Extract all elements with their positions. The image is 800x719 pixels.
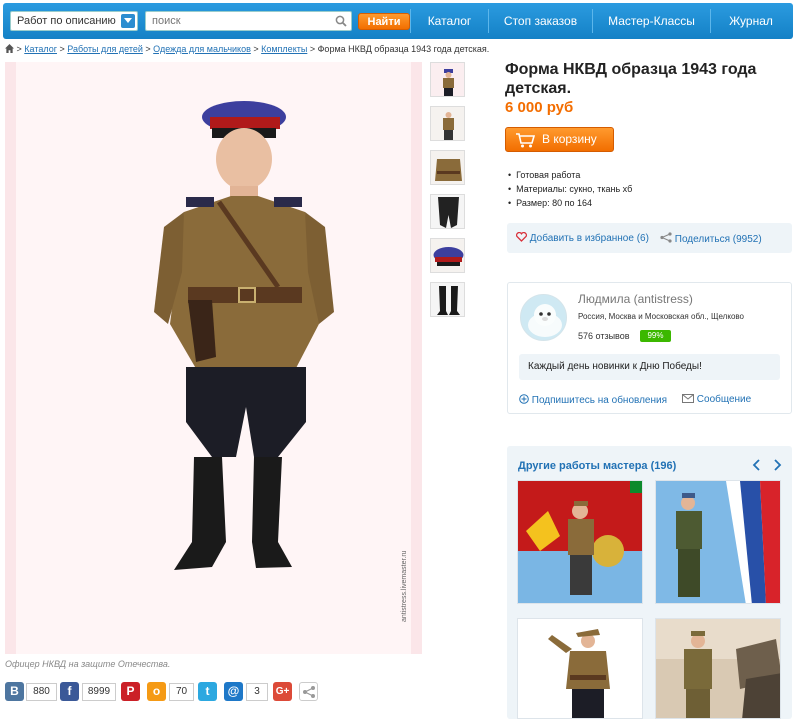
breadcrumb-current: Форма НКВД образца 1943 года детская. (317, 44, 490, 54)
nav-stop-orders[interactable]: Стоп заказов (489, 3, 592, 39)
message-label: Сообщение (696, 394, 752, 405)
plus-circle-icon (519, 394, 529, 404)
other-works-title[interactable]: Другие работы мастера (196) (518, 460, 676, 472)
thumbnail[interactable] (430, 150, 465, 185)
facebook-share-count: 8999 (82, 683, 116, 701)
google-plus-icon[interactable]: G+ (273, 682, 292, 701)
subscribe-link[interactable]: Подпишитесь на обновления (519, 394, 667, 406)
product-actions: Добавить в избранное (6) Поделиться (995… (507, 223, 792, 253)
thumbnail[interactable] (430, 106, 465, 141)
property-item: Материалы: сукно, ткань хб (508, 182, 632, 196)
other-work-thumbnail[interactable] (517, 480, 643, 604)
nav-catalog[interactable]: Каталог (411, 3, 488, 39)
other-work-thumbnail[interactable] (655, 618, 781, 719)
share-icon (660, 232, 672, 243)
envelope-icon (682, 394, 694, 403)
property-item: Размер: 80 по 164 (508, 196, 632, 210)
message-link[interactable]: Сообщение (682, 394, 751, 405)
chevron-left-icon[interactable] (751, 459, 763, 471)
seller-reviews-link[interactable]: 576 отзывов (578, 331, 630, 341)
cart-icon (516, 133, 536, 148)
thumbnail[interactable] (430, 62, 465, 97)
product-main-photo[interactable]: antistress.livemaster.ru (5, 62, 422, 654)
chevron-right-icon[interactable] (771, 459, 783, 471)
thumbnail-strip (430, 62, 466, 326)
heart-icon (515, 231, 528, 242)
photo-watermark: antistress.livemaster.ru (401, 550, 408, 622)
seller-location: Россия, Москва и Московская обл., Щелков… (578, 312, 744, 321)
seller-avatar[interactable] (520, 294, 567, 341)
other-works-panel: Другие работы мастера (196) (507, 446, 792, 719)
photo-backdrop (16, 62, 411, 654)
subscribe-label: Подпишитесь на обновления (531, 395, 668, 406)
mail-ru-share-count: 3 (246, 683, 268, 701)
twitter-icon[interactable]: t (198, 682, 217, 701)
seller-news: Каждый день новинки к Дню Победы! (519, 354, 780, 380)
seller-name[interactable]: Людмила (antistress) (578, 292, 693, 306)
top-navigation-bar: Работ по описанию Найти Каталог Стоп зак… (3, 3, 793, 39)
search-box (145, 11, 352, 31)
breadcrumb-link[interactable]: Одежда для мальчиков (153, 44, 251, 54)
mail-ru-icon[interactable]: @ (224, 682, 243, 701)
thumbnail[interactable] (430, 194, 465, 229)
odnoklassniki-share-count: 70 (169, 683, 194, 701)
breadcrumb-link[interactable]: Комплекты (261, 44, 307, 54)
other-work-thumbnail[interactable] (517, 618, 643, 719)
thumbnail[interactable] (430, 282, 465, 317)
thumbnail[interactable] (430, 238, 465, 273)
find-button[interactable]: Найти (358, 13, 410, 30)
pinterest-icon[interactable]: P (121, 682, 140, 701)
product-price: 6 000 руб (505, 99, 574, 116)
chevron-down-icon[interactable] (121, 14, 135, 28)
breadcrumb-link[interactable]: Каталог (24, 44, 57, 54)
nav-journal[interactable]: Журнал (711, 3, 791, 39)
photo-caption: Офицер НКВД на защите Отечества. (5, 659, 171, 669)
share-more-icon[interactable] (299, 682, 318, 701)
seller-card: Людмила (antistress) Россия, Москва и Мо… (507, 282, 792, 414)
favorites-label: Добавить в избранное (6) (529, 233, 649, 244)
product-properties: Готовая работа Материалы: сукно, ткань х… (508, 168, 632, 210)
odnoklassniki-icon[interactable]: o (147, 682, 166, 701)
product-title: Форма НКВД образца 1943 года детская. (505, 61, 757, 97)
property-item: Готовая работа (508, 168, 632, 182)
boy-in-uniform-illustration (154, 101, 334, 570)
search-mode-select[interactable]: Работ по описанию (10, 11, 138, 31)
breadcrumb-link[interactable]: Работы для детей (67, 44, 143, 54)
other-work-thumbnail[interactable] (655, 480, 781, 604)
add-to-cart-label: В корзину (542, 132, 597, 146)
facebook-icon[interactable]: f (60, 682, 79, 701)
search-mode-value: Работ по описанию (17, 15, 116, 27)
add-to-cart-button[interactable]: В корзину (505, 127, 614, 152)
search-input[interactable] (146, 12, 326, 30)
breadcrumb: > Каталог > Работы для детей > Одежда дл… (5, 44, 489, 54)
share-label: Поделиться (9952) (674, 234, 762, 245)
add-to-favorites-link[interactable]: Добавить в избранное (6) (515, 231, 649, 244)
share-link[interactable]: Поделиться (9952) (660, 232, 762, 245)
nav-master-classes[interactable]: Мастер-Классы (593, 3, 710, 39)
home-icon[interactable] (5, 44, 14, 53)
seller-rating-badge: 99% (640, 330, 671, 342)
vk-share-count: 880 (26, 683, 57, 701)
vk-icon[interactable]: В (5, 682, 24, 701)
search-icon[interactable] (335, 15, 347, 30)
